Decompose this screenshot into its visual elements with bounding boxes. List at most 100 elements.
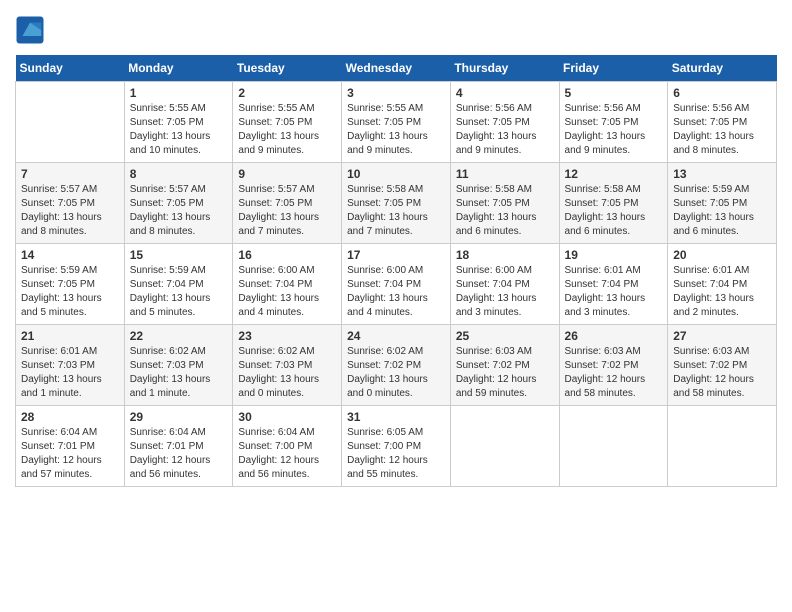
day-number: 7 xyxy=(21,167,119,181)
day-cell: 16 Sunrise: 6:00 AM Sunset: 7:04 PM Dayli… xyxy=(233,244,342,325)
day-number: 22 xyxy=(130,329,228,343)
day-cell: 6 Sunrise: 5:56 AM Sunset: 7:05 PM Daylig… xyxy=(668,82,777,163)
page-header xyxy=(15,15,777,45)
day-cell: 28 Sunrise: 6:04 AM Sunset: 7:01 PM Dayli… xyxy=(16,406,125,487)
day-info: Sunrise: 6:03 AM Sunset: 7:02 PM Dayligh… xyxy=(673,345,771,401)
day-cell xyxy=(668,406,777,487)
day-cell xyxy=(559,406,668,487)
day-cell: 30 Sunrise: 6:04 AM Sunset: 7:00 PM Dayli… xyxy=(233,406,342,487)
day-cell: 8 Sunrise: 5:57 AM Sunset: 7:05 PM Daylig… xyxy=(124,163,233,244)
day-header-tuesday: Tuesday xyxy=(233,55,342,82)
day-info: Sunrise: 5:57 AM Sunset: 7:05 PM Dayligh… xyxy=(238,183,336,239)
day-cell: 13Sunrise: 5:59 AM Sunset: 7:05 PM Dayli… xyxy=(668,163,777,244)
day-info: Sunrise: 5:59 AM Sunset: 7:04 PM Dayligh… xyxy=(130,264,228,320)
day-cell: 15 Sunrise: 5:59 AM Sunset: 7:04 PM Dayli… xyxy=(124,244,233,325)
day-info: Sunrise: 5:58 AM Sunset: 7:05 PM Dayligh… xyxy=(565,183,663,239)
day-cell: 4 Sunrise: 5:56 AM Sunset: 7:05 PM Daylig… xyxy=(450,82,559,163)
day-number: 14 xyxy=(21,248,119,262)
week-row-3: 14 Sunrise: 5:59 AM Sunset: 7:05 PM Dayli… xyxy=(16,244,777,325)
day-info: Sunrise: 5:58 AM Sunset: 7:05 PM Dayligh… xyxy=(456,183,554,239)
day-info: Sunrise: 6:01 AM Sunset: 7:04 PM Dayligh… xyxy=(673,264,771,320)
calendar-table: SundayMondayTuesdayWednesdayThursdayFrid… xyxy=(15,55,777,487)
day-info: Sunrise: 5:57 AM Sunset: 7:05 PM Dayligh… xyxy=(130,183,228,239)
day-info: Sunrise: 6:00 AM Sunset: 7:04 PM Dayligh… xyxy=(347,264,445,320)
day-info: Sunrise: 6:02 AM Sunset: 7:03 PM Dayligh… xyxy=(130,345,228,401)
day-info: Sunrise: 5:56 AM Sunset: 7:05 PM Dayligh… xyxy=(565,102,663,158)
day-info: Sunrise: 5:56 AM Sunset: 7:05 PM Dayligh… xyxy=(456,102,554,158)
day-number: 25 xyxy=(456,329,554,343)
day-cell: 1 Sunrise: 5:55 AM Sunset: 7:05 PM Daylig… xyxy=(124,82,233,163)
week-row-2: 7 Sunrise: 5:57 AM Sunset: 7:05 PM Daylig… xyxy=(16,163,777,244)
week-row-5: 28 Sunrise: 6:04 AM Sunset: 7:01 PM Dayli… xyxy=(16,406,777,487)
day-info: Sunrise: 5:59 AM Sunset: 7:05 PM Dayligh… xyxy=(21,264,119,320)
day-info: Sunrise: 5:58 AM Sunset: 7:05 PM Dayligh… xyxy=(347,183,445,239)
day-cell: 5 Sunrise: 5:56 AM Sunset: 7:05 PM Daylig… xyxy=(559,82,668,163)
day-info: Sunrise: 6:04 AM Sunset: 7:01 PM Dayligh… xyxy=(130,426,228,482)
day-cell: 9Sunrise: 5:57 AM Sunset: 7:05 PM Daylig… xyxy=(233,163,342,244)
day-cell: 26 Sunrise: 6:03 AM Sunset: 7:02 PM Dayli… xyxy=(559,325,668,406)
day-number: 23 xyxy=(238,329,336,343)
day-cell: 2 Sunrise: 5:55 AM Sunset: 7:05 PM Daylig… xyxy=(233,82,342,163)
day-cell: 20 Sunrise: 6:01 AM Sunset: 7:04 PM Dayli… xyxy=(668,244,777,325)
day-cell: 3 Sunrise: 5:55 AM Sunset: 7:05 PM Daylig… xyxy=(342,82,451,163)
logo-icon xyxy=(15,15,45,45)
day-number: 3 xyxy=(347,86,445,100)
day-info: Sunrise: 6:04 AM Sunset: 7:00 PM Dayligh… xyxy=(238,426,336,482)
week-row-4: 21Sunrise: 6:01 AM Sunset: 7:03 PM Dayli… xyxy=(16,325,777,406)
day-number: 29 xyxy=(130,410,228,424)
day-number: 10 xyxy=(347,167,445,181)
day-number: 2 xyxy=(238,86,336,100)
day-number: 4 xyxy=(456,86,554,100)
day-cell: 7 Sunrise: 5:57 AM Sunset: 7:05 PM Daylig… xyxy=(16,163,125,244)
day-number: 30 xyxy=(238,410,336,424)
day-header-thursday: Thursday xyxy=(450,55,559,82)
day-number: 20 xyxy=(673,248,771,262)
day-number: 6 xyxy=(673,86,771,100)
day-number: 5 xyxy=(565,86,663,100)
day-header-sunday: Sunday xyxy=(16,55,125,82)
day-number: 8 xyxy=(130,167,228,181)
day-info: Sunrise: 6:02 AM Sunset: 7:03 PM Dayligh… xyxy=(238,345,336,401)
day-info: Sunrise: 6:03 AM Sunset: 7:02 PM Dayligh… xyxy=(565,345,663,401)
day-info: Sunrise: 5:55 AM Sunset: 7:05 PM Dayligh… xyxy=(347,102,445,158)
day-number: 1 xyxy=(130,86,228,100)
day-header-monday: Monday xyxy=(124,55,233,82)
day-info: Sunrise: 6:01 AM Sunset: 7:04 PM Dayligh… xyxy=(565,264,663,320)
day-info: Sunrise: 5:59 AM Sunset: 7:05 PM Dayligh… xyxy=(673,183,771,239)
day-cell: 27 Sunrise: 6:03 AM Sunset: 7:02 PM Dayli… xyxy=(668,325,777,406)
day-info: Sunrise: 5:57 AM Sunset: 7:05 PM Dayligh… xyxy=(21,183,119,239)
day-number: 31 xyxy=(347,410,445,424)
day-header-wednesday: Wednesday xyxy=(342,55,451,82)
day-info: Sunrise: 6:05 AM Sunset: 7:00 PM Dayligh… xyxy=(347,426,445,482)
header-row: SundayMondayTuesdayWednesdayThursdayFrid… xyxy=(16,55,777,82)
day-header-saturday: Saturday xyxy=(668,55,777,82)
day-cell: 29 Sunrise: 6:04 AM Sunset: 7:01 PM Dayli… xyxy=(124,406,233,487)
day-info: Sunrise: 5:55 AM Sunset: 7:05 PM Dayligh… xyxy=(130,102,228,158)
day-number: 16 xyxy=(238,248,336,262)
day-number: 12 xyxy=(565,167,663,181)
day-cell: 24Sunrise: 6:02 AM Sunset: 7:02 PM Dayli… xyxy=(342,325,451,406)
day-number: 15 xyxy=(130,248,228,262)
day-header-friday: Friday xyxy=(559,55,668,82)
day-cell: 17Sunrise: 6:00 AM Sunset: 7:04 PM Dayli… xyxy=(342,244,451,325)
day-info: Sunrise: 5:56 AM Sunset: 7:05 PM Dayligh… xyxy=(673,102,771,158)
day-number: 27 xyxy=(673,329,771,343)
day-cell: 21Sunrise: 6:01 AM Sunset: 7:03 PM Dayli… xyxy=(16,325,125,406)
day-info: Sunrise: 6:02 AM Sunset: 7:02 PM Dayligh… xyxy=(347,345,445,401)
day-cell: 18 Sunrise: 6:00 AM Sunset: 7:04 PM Dayli… xyxy=(450,244,559,325)
day-cell: 31 Sunrise: 6:05 AM Sunset: 7:00 PM Dayli… xyxy=(342,406,451,487)
week-row-1: 1 Sunrise: 5:55 AM Sunset: 7:05 PM Daylig… xyxy=(16,82,777,163)
day-info: Sunrise: 5:55 AM Sunset: 7:05 PM Dayligh… xyxy=(238,102,336,158)
day-cell xyxy=(450,406,559,487)
day-number: 21 xyxy=(21,329,119,343)
day-number: 26 xyxy=(565,329,663,343)
day-cell: 10 Sunrise: 5:58 AM Sunset: 7:05 PM Dayli… xyxy=(342,163,451,244)
day-info: Sunrise: 6:00 AM Sunset: 7:04 PM Dayligh… xyxy=(456,264,554,320)
day-number: 28 xyxy=(21,410,119,424)
day-info: Sunrise: 6:00 AM Sunset: 7:04 PM Dayligh… xyxy=(238,264,336,320)
day-number: 18 xyxy=(456,248,554,262)
day-cell: 25 Sunrise: 6:03 AM Sunset: 7:02 PM Dayli… xyxy=(450,325,559,406)
day-cell xyxy=(16,82,125,163)
day-info: Sunrise: 6:04 AM Sunset: 7:01 PM Dayligh… xyxy=(21,426,119,482)
day-info: Sunrise: 6:03 AM Sunset: 7:02 PM Dayligh… xyxy=(456,345,554,401)
